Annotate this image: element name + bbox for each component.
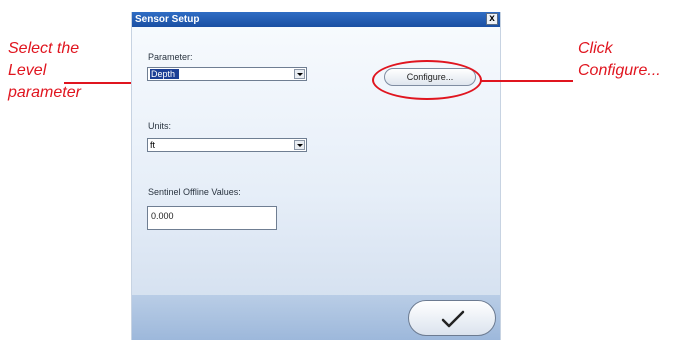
close-icon: x — [489, 13, 495, 24]
chevron-down-icon[interactable] — [294, 69, 305, 79]
highlight-ellipse — [372, 60, 482, 100]
annotation-pointer-right — [481, 80, 573, 82]
offline-values-input[interactable]: 0.000 — [147, 206, 277, 230]
annotation-line: parameter — [8, 84, 81, 101]
offline-values-text: 0.000 — [151, 211, 174, 221]
parameter-select[interactable]: Depth — [147, 67, 307, 81]
close-button[interactable]: x — [486, 13, 498, 25]
parameter-value: Depth — [150, 69, 180, 79]
units-value: ft — [150, 140, 156, 150]
checkmark-icon — [441, 310, 465, 328]
dialog-title: Sensor Setup — [135, 14, 200, 25]
ok-button[interactable] — [408, 300, 496, 336]
title-bar: Sensor Setup x — [132, 12, 500, 27]
annotation-click-configure: Click Configure... — [578, 38, 678, 82]
annotation-select-level: Select the Level parameter — [8, 38, 128, 104]
parameter-label: Parameter: — [148, 52, 193, 62]
units-select[interactable]: ft — [147, 138, 307, 152]
offline-values-label: Sentinel Offline Values: — [148, 187, 241, 197]
annotation-line: Level — [8, 62, 47, 79]
annotation-line: Configure... — [578, 62, 661, 79]
units-label: Units: — [148, 121, 172, 131]
annotation-line: Select the — [8, 40, 80, 57]
annotation-line: Click — [578, 40, 613, 57]
chevron-down-icon[interactable] — [294, 140, 305, 150]
